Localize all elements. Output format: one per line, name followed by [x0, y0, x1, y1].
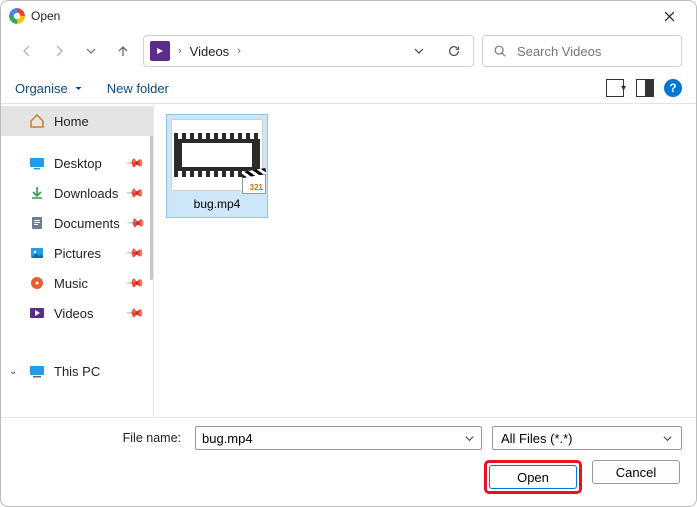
sidebar-item-label: Desktop: [54, 156, 102, 171]
toolbar: Organise New folder ▾ ?: [1, 73, 696, 103]
organise-menu[interactable]: Organise: [15, 81, 83, 96]
home-icon: [29, 113, 45, 129]
sidebar-item-downloads[interactable]: Downloads 📌: [1, 178, 153, 208]
search-box[interactable]: [482, 35, 682, 67]
sidebar-item-label: This PC: [54, 364, 100, 379]
nav-row: › Videos ›: [1, 31, 696, 73]
pin-icon: 📌: [126, 213, 146, 233]
breadcrumb-current[interactable]: Videos: [190, 44, 230, 59]
footer: File name: All Files (*.*) Open Cancel: [1, 417, 696, 506]
sidebar: Home Desktop 📌 Downloads 📌 Documents 📌 P…: [1, 104, 153, 417]
help-button[interactable]: ?: [664, 79, 682, 97]
sidebar-item-thispc[interactable]: ⌄ This PC: [1, 356, 153, 386]
up-button[interactable]: [111, 36, 135, 66]
search-icon: [493, 44, 507, 58]
chevron-right-icon: ›: [178, 45, 182, 57]
file-thumbnail: 321: [171, 119, 263, 191]
app-icon: [9, 8, 25, 24]
main-area: Home Desktop 📌 Downloads 📌 Documents 📌 P…: [1, 103, 696, 417]
chevron-down-icon[interactable]: [458, 433, 475, 444]
breadcrumb-dropdown[interactable]: [405, 45, 433, 57]
sidebar-item-label: Home: [54, 114, 89, 129]
filename-input[interactable]: [202, 431, 458, 446]
pin-icon: 📌: [125, 243, 145, 263]
chevron-down-icon: [662, 433, 673, 444]
sidebar-item-videos[interactable]: Videos 📌: [1, 298, 153, 328]
file-list[interactable]: 321 bug.mp4: [153, 104, 696, 417]
chevron-down-icon: ▾: [621, 83, 626, 94]
sidebar-item-music[interactable]: Music 📌: [1, 268, 153, 298]
view-mode-button[interactable]: ▾: [606, 79, 626, 97]
cancel-button[interactable]: Cancel: [592, 460, 680, 484]
sidebar-item-home[interactable]: Home: [1, 106, 153, 136]
videos-folder-icon: [150, 41, 170, 61]
organise-label: Organise: [15, 81, 68, 96]
sidebar-item-desktop[interactable]: Desktop 📌: [1, 148, 153, 178]
recent-dropdown[interactable]: [79, 36, 103, 66]
sidebar-item-label: Documents: [54, 216, 120, 231]
chevron-down-icon: [74, 84, 83, 93]
sidebar-item-label: Videos: [54, 306, 94, 321]
clapper-icon: 321: [242, 174, 266, 194]
pin-icon: 📌: [125, 303, 145, 323]
sidebar-item-label: Downloads: [54, 186, 118, 201]
file-label: bug.mp4: [194, 197, 241, 211]
pin-icon: 📌: [125, 273, 145, 293]
chevron-right-icon[interactable]: ›: [237, 45, 241, 57]
search-input[interactable]: [517, 44, 693, 59]
downloads-icon: [29, 185, 45, 201]
thispc-icon: [29, 363, 45, 379]
pin-icon: 📌: [125, 183, 145, 203]
filter-label: All Files (*.*): [501, 431, 573, 446]
filename-combobox[interactable]: [195, 426, 482, 450]
breadcrumb[interactable]: › Videos ›: [143, 35, 474, 67]
forward-button[interactable]: [47, 36, 71, 66]
file-type-filter[interactable]: All Files (*.*): [492, 426, 682, 450]
sidebar-item-label: Music: [54, 276, 88, 291]
videos-icon: [29, 305, 45, 321]
sidebar-item-documents[interactable]: Documents 📌: [1, 208, 153, 238]
pin-icon: 📌: [125, 153, 145, 173]
window-title: Open: [31, 9, 60, 23]
new-folder-button[interactable]: New folder: [107, 81, 169, 96]
desktop-icon: [29, 155, 45, 171]
title-bar: Open: [1, 1, 696, 31]
pictures-icon: [29, 245, 45, 261]
documents-icon: [29, 215, 45, 231]
refresh-button[interactable]: [441, 44, 467, 58]
sidebar-item-label: Pictures: [54, 246, 101, 261]
open-button[interactable]: Open: [489, 465, 577, 489]
close-button[interactable]: [648, 1, 690, 31]
music-icon: [29, 275, 45, 291]
back-button[interactable]: [15, 36, 39, 66]
file-item[interactable]: 321 bug.mp4: [166, 114, 268, 218]
filename-label: File name:: [15, 431, 185, 445]
sidebar-item-pictures[interactable]: Pictures 📌: [1, 238, 153, 268]
chevron-down-icon[interactable]: ⌄: [9, 366, 17, 377]
preview-pane-button[interactable]: [636, 79, 654, 97]
open-button-highlight: Open: [484, 460, 582, 494]
